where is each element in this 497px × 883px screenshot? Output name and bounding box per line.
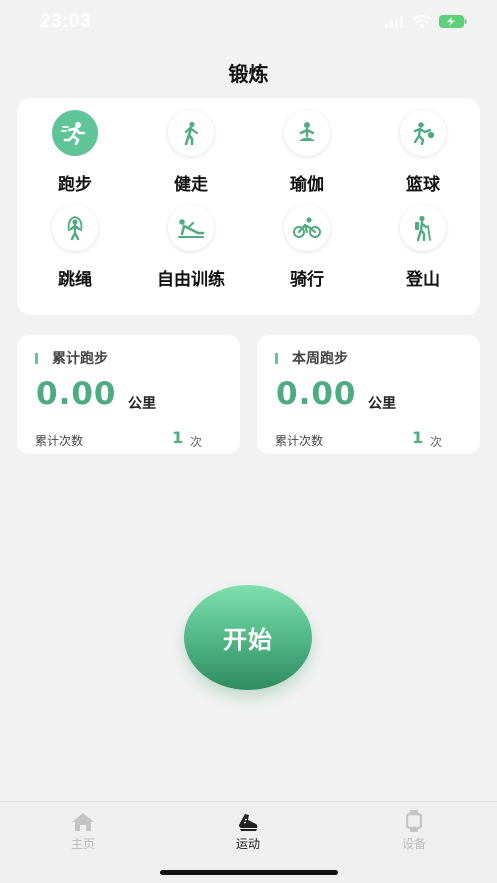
stat-accent-bar bbox=[35, 352, 38, 364]
stat-card-weekly-running[interactable]: 本周跑步 0.00 公里 累计次数 1 次 bbox=[257, 335, 480, 454]
home-icon bbox=[43, 810, 123, 832]
status-icons bbox=[385, 15, 467, 28]
walking-icon bbox=[168, 110, 214, 156]
sport-item-cycling[interactable]: 骑行 bbox=[257, 205, 357, 290]
start-button[interactable]: 开始 bbox=[184, 585, 312, 690]
stat-distance-value: 0.00 bbox=[36, 376, 117, 412]
sport-label: 跑步 bbox=[58, 175, 92, 195]
yoga-icon bbox=[284, 110, 330, 156]
stat-distance-unit: 公里 bbox=[128, 396, 156, 412]
start-button-label: 开始 bbox=[223, 626, 273, 654]
tab-label: 运动 bbox=[235, 837, 260, 851]
tab-home[interactable]: 主页 bbox=[43, 810, 123, 852]
stat-count-unit: 次 bbox=[190, 435, 203, 449]
home-indicator bbox=[160, 870, 338, 875]
stat-count-value: 1 bbox=[172, 428, 184, 447]
stat-accent-bar bbox=[275, 352, 278, 364]
sport-label: 骑行 bbox=[290, 270, 324, 290]
watch-icon bbox=[374, 810, 454, 832]
sport-item-walking[interactable]: 健走 bbox=[141, 110, 241, 195]
sport-item-hiking[interactable]: 登山 bbox=[373, 205, 473, 290]
jump-rope-icon bbox=[52, 205, 98, 251]
sport-item-jump-rope[interactable]: 跳绳 bbox=[25, 205, 125, 290]
sport-item-basketball[interactable]: 篮球 bbox=[373, 110, 473, 195]
stat-title: 本周跑步 bbox=[275, 348, 348, 368]
sport-type-card: 跑步 健走 瑜伽 篮球 跳绳 自由训练 骑行 登山 bbox=[17, 98, 480, 315]
sport-label: 跳绳 bbox=[58, 270, 92, 290]
cellular-signal-icon bbox=[385, 15, 403, 28]
sneaker-icon bbox=[208, 810, 288, 832]
sport-label: 瑜伽 bbox=[290, 175, 324, 195]
tab-label: 主页 bbox=[70, 837, 95, 851]
tab-device[interactable]: 设备 bbox=[374, 810, 454, 852]
tab-sport[interactable]: 运动 bbox=[208, 810, 288, 852]
stat-count-label: 累计次数 bbox=[275, 434, 324, 448]
stat-count-value: 1 bbox=[412, 428, 424, 447]
stat-title: 累计跑步 bbox=[35, 348, 108, 368]
sport-label: 登山 bbox=[406, 270, 440, 290]
stat-title-text: 累计跑步 bbox=[52, 351, 108, 367]
battery-charging-icon bbox=[439, 15, 467, 28]
basketball-icon bbox=[400, 110, 446, 156]
sport-label: 篮球 bbox=[406, 175, 440, 195]
tab-label: 设备 bbox=[401, 837, 426, 851]
cycling-icon bbox=[284, 205, 330, 251]
sport-item-free-training[interactable]: 自由训练 bbox=[141, 205, 241, 290]
sport-item-yoga[interactable]: 瑜伽 bbox=[257, 110, 357, 195]
status-time: 23:03 bbox=[40, 11, 92, 32]
stat-title-text: 本周跑步 bbox=[292, 351, 348, 367]
stat-count-label: 累计次数 bbox=[35, 434, 84, 448]
sport-item-running[interactable]: 跑步 bbox=[25, 110, 125, 195]
stat-card-total-running[interactable]: 累计跑步 0.00 公里 累计次数 1 次 bbox=[17, 335, 240, 454]
sport-label: 健走 bbox=[174, 175, 208, 195]
page-title: 锻炼 bbox=[228, 62, 269, 86]
status-bar: 23:03 bbox=[0, 0, 497, 44]
stat-distance-unit: 公里 bbox=[368, 396, 396, 412]
hiking-icon bbox=[400, 205, 446, 251]
running-icon bbox=[52, 110, 98, 156]
stat-count-unit: 次 bbox=[430, 435, 443, 449]
stat-distance-value: 0.00 bbox=[276, 376, 357, 412]
wifi-icon bbox=[413, 15, 431, 28]
free-training-icon bbox=[168, 205, 214, 251]
sport-label: 自由训练 bbox=[157, 270, 225, 290]
